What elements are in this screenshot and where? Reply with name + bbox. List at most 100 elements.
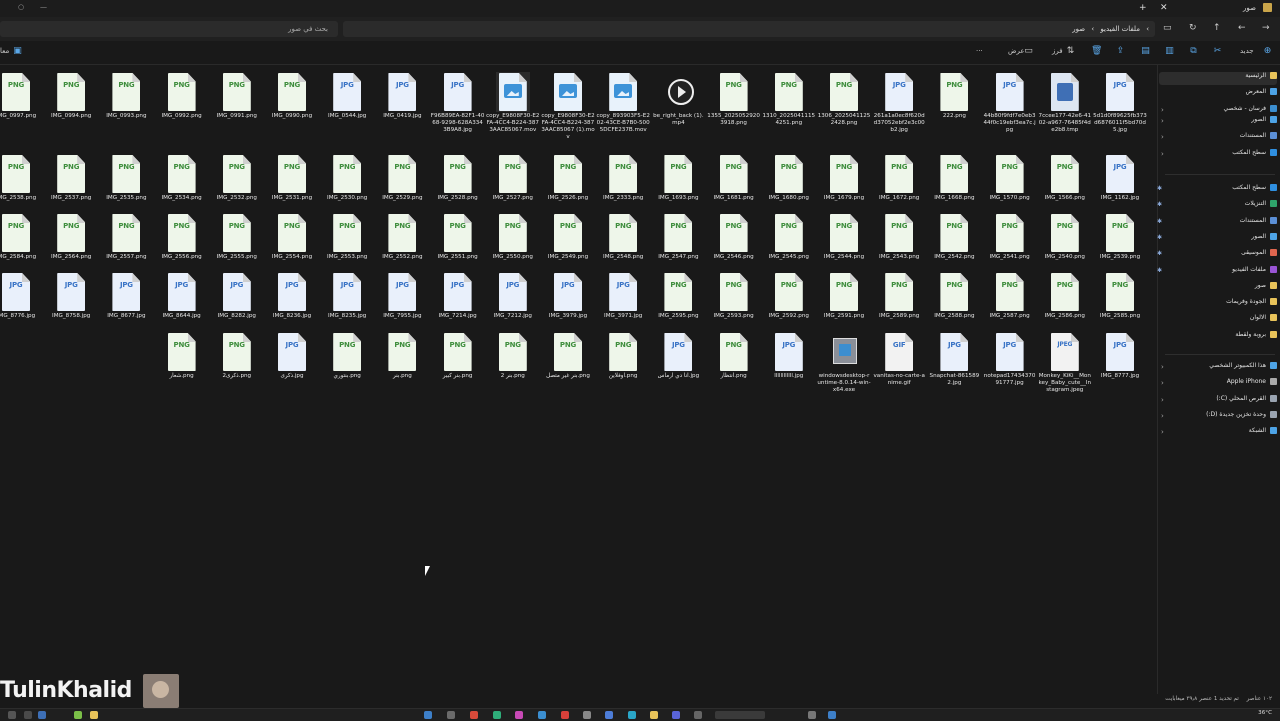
file-item[interactable]: PNG بنر كبير.png	[431, 332, 485, 380]
app-icon[interactable]	[470, 711, 478, 719]
file-item[interactable]: PNG بنر غير متصل.png	[541, 332, 595, 380]
file-item[interactable]: PNG بنر.png	[375, 332, 429, 380]
chevron-right-icon[interactable]: ›	[1161, 412, 1164, 420]
sidebar-item[interactable]: القرص المحلي (C:) ›	[1159, 394, 1277, 408]
app-icon[interactable]	[561, 711, 569, 719]
chevron-right-icon[interactable]: ›	[1161, 133, 1164, 141]
file-item[interactable]: JPG ذكرى.jpg	[265, 332, 319, 380]
windows-start-icon[interactable]	[828, 711, 836, 719]
file-item[interactable]: PNG IMG_2584.png	[0, 213, 43, 261]
refresh-icon[interactable]: ↻	[1189, 23, 1197, 33]
file-item[interactable]: PNG IMG_2528.png	[431, 154, 485, 202]
file-item[interactable]: PNG IMG_0994.png	[44, 72, 98, 120]
file-item[interactable]: PNG IMG_2554.png	[265, 213, 319, 261]
forward-arrow-icon[interactable]: →	[1262, 23, 1270, 33]
file-item[interactable]: PNG IMG_2546.png	[707, 213, 761, 261]
chevron-right-icon[interactable]: ›	[1161, 379, 1164, 387]
file-item[interactable]: PNG IMG_2553.png	[320, 213, 374, 261]
file-item[interactable]: PNG IMG_2593.png	[707, 272, 761, 320]
file-item[interactable]: JPG 44b80f9fdf7e0eb344f0c19ebf3ea7c.jpg	[983, 72, 1037, 134]
file-explorer-icon[interactable]	[650, 711, 658, 719]
desktop-switch-icon[interactable]	[38, 711, 46, 719]
file-item[interactable]: PNG IMG_2592.png	[762, 272, 816, 320]
sidebar-item[interactable]: Apple iPhone ›	[1159, 378, 1277, 391]
file-item[interactable]: PNG 1306_20250411252428.png	[817, 72, 871, 127]
file-item[interactable]: PNG IMG_2547.png	[651, 213, 705, 261]
file-item[interactable]: JPG IMG_7214.jpg	[431, 272, 485, 320]
file-item[interactable]: JPG IMG_3979.jpg	[541, 272, 595, 320]
file-item[interactable]: PNG IMG_2545.png	[762, 213, 816, 261]
file-item[interactable]: PNG بنتوري.png	[320, 332, 374, 380]
file-item[interactable]: PNG IMG_1679.png	[817, 154, 871, 202]
file-item[interactable]: PNG IMG_2534.png	[155, 154, 209, 202]
new-button[interactable]: جديد	[1240, 47, 1254, 55]
file-item[interactable]: PNG IMG_2538.png	[0, 154, 43, 202]
file-item[interactable]: PNG اوفلاين.png	[596, 332, 650, 380]
file-item[interactable]: PNG IMG_0992.png	[155, 72, 209, 120]
file-item[interactable]: JPEG Monkey_KiKi__Monkey_Baby_cute__Insta…	[1038, 332, 1092, 394]
file-item[interactable]: GIF vanitas-no-carte-anime.gif	[872, 332, 926, 387]
sidebar-item[interactable]: المستندات ✱	[1157, 216, 1277, 230]
file-item[interactable]: PNG IMG_2550.png	[486, 213, 540, 261]
file-item[interactable]: copy_E9808F30-E2FA-4CC4-B224-3873AAC8506…	[486, 72, 540, 134]
sidebar-item[interactable]: الصور ›	[1159, 116, 1277, 129]
file-item[interactable]: PNG IMG_0993.png	[99, 72, 153, 120]
file-item[interactable]: PNG IMG_2557.png	[99, 213, 153, 261]
file-item[interactable]: JPG IMG_7955.jpg	[375, 272, 429, 320]
file-item[interactable]: JPG IMG_8776.jpg	[0, 272, 43, 320]
sidebar-item[interactable]: صور	[1159, 281, 1277, 295]
file-item[interactable]: PNG IMG_2544.png	[817, 213, 871, 261]
file-item[interactable]: PNG IMG_1672.png	[872, 154, 926, 202]
chevron-right-icon[interactable]: ›	[1161, 150, 1164, 158]
sidebar-item[interactable]: الالوان	[1159, 314, 1277, 327]
file-item[interactable]: PNG IMG_0991.png	[210, 72, 264, 120]
file-item[interactable]: JPG IMG_0544.jpg	[320, 72, 374, 120]
file-item[interactable]: PNG IMG_2551.png	[431, 213, 485, 261]
file-item[interactable]: PNG IMG_2552.png	[375, 213, 429, 261]
pin-icon[interactable]: ✱	[1157, 234, 1162, 241]
pin-icon[interactable]: ✱	[1157, 201, 1162, 208]
file-item[interactable]: JPG 5d1d0f89625fb373d6876011f5bd70d5.jpg	[1093, 72, 1147, 134]
file-item[interactable]: PNG 1355_20250529203918.png	[707, 72, 761, 127]
app-icon[interactable]	[515, 711, 523, 719]
pin-icon[interactable]: ✱	[1157, 185, 1162, 192]
file-item[interactable]: PNG IMG_2532.png	[210, 154, 264, 202]
pin-icon[interactable]: ✱	[1157, 267, 1162, 274]
file-item[interactable]: PNG IMG_2333.png	[596, 154, 650, 202]
app-icon[interactable]	[74, 711, 82, 719]
chevron-right-icon[interactable]: ›	[1161, 363, 1164, 371]
sidebar-item[interactable]: سطح المكتب ✱	[1157, 184, 1277, 197]
sidebar-item[interactable]: بروبة ولقطة	[1159, 330, 1277, 344]
file-item[interactable]: JPG انا دي ارماس.jpg	[651, 332, 705, 380]
file-item[interactable]: PNG IMG_1680.png	[762, 154, 816, 202]
file-item[interactable]: PNG IMG_2549.png	[541, 213, 595, 261]
file-item[interactable]: JPG F96B89EA-82F1-4068-9298-628A3343B9A8.…	[431, 72, 485, 134]
file-item[interactable]: PNG IMG_2537.png	[44, 154, 98, 202]
file-item[interactable]: PNG IMG_2539.png	[1093, 213, 1147, 261]
file-item[interactable]: PNG IMG_2535.png	[99, 154, 153, 202]
display-icon[interactable]: ▭	[1163, 23, 1172, 33]
file-item[interactable]: JPG 261a1a0ec8f620dd37052ebf2e3c00b2.jpg	[872, 72, 926, 134]
file-item[interactable]: copy_E9808F30-E2FA-4CC4-B224-3873AAC8506…	[541, 72, 595, 141]
sidebar-item[interactable]: الصور ✱	[1157, 232, 1277, 246]
file-item[interactable]: PNG IMG_2548.png	[596, 213, 650, 261]
start-icon[interactable]	[424, 711, 432, 719]
file-item[interactable]: PNG IMG_2531.png	[265, 154, 319, 202]
file-item[interactable]: PNG انتظار.png	[707, 332, 761, 380]
file-item[interactable]: JPG notepad1743437091777.jpg	[983, 332, 1037, 387]
file-item[interactable]: PNG ذكرى2.png	[210, 332, 264, 380]
file-item[interactable]: PNG IMG_2585.png	[1093, 272, 1147, 320]
file-item[interactable]: JPG IMG_8282.jpg	[210, 272, 264, 320]
app-icon[interactable]	[90, 711, 98, 719]
file-item[interactable]: PNG شعار.png	[155, 332, 209, 380]
file-item[interactable]: PNG IMG_2530.png	[320, 154, 374, 202]
sidebar-item[interactable]: المستندات ›	[1159, 132, 1277, 145]
file-item[interactable]: PNG IMG_1570.png	[983, 154, 1037, 202]
sidebar-item[interactable]: سطح المكتب ›	[1159, 148, 1277, 162]
file-item[interactable]: PNG IMG_2529.png	[375, 154, 429, 202]
search-taskbar[interactable]	[715, 711, 765, 719]
app-icon[interactable]	[538, 711, 546, 719]
cut-icon[interactable]: ✂	[1213, 47, 1222, 56]
file-item[interactable]: JPG IMG_8758.jpg	[44, 272, 98, 320]
file-item[interactable]: PNG IMG_2589.png	[872, 272, 926, 320]
